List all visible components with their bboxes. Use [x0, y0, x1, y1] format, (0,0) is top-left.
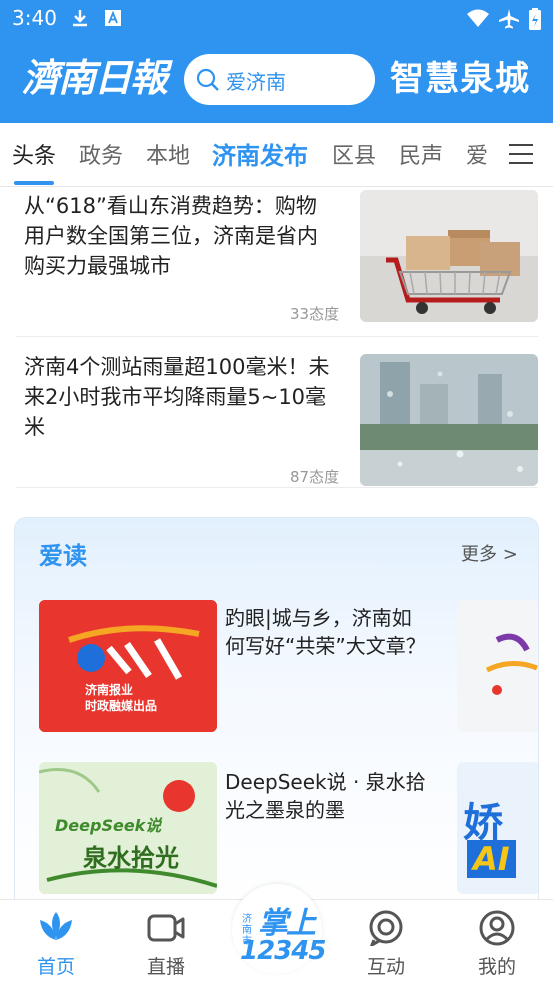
chat-bubble-icon — [369, 910, 403, 946]
peek-text: AI — [467, 840, 516, 878]
tab-local[interactable]: 本地 — [146, 138, 190, 170]
news-thumbnail — [360, 190, 538, 322]
aidu-title: 爱读 — [39, 542, 87, 570]
nav-interact[interactable]: 互动 — [336, 900, 436, 983]
aidu-item-title[interactable]: DeepSeek说 · 泉水拾光之墨泉的墨 — [225, 768, 430, 824]
peek-logo-icon — [457, 600, 538, 732]
news-title: 从“618”看山东消费趋势：购物用户数全国第三位，济南是省内购买力最强城市 — [24, 194, 318, 278]
smart-quancheng-logo[interactable]: 智慧泉城 — [390, 56, 542, 102]
status-time: 3:40 — [12, 6, 57, 30]
aidu-item-thumbnail[interactable]: 济南报业 时政融媒出品 — [39, 600, 217, 732]
search-input[interactable]: 爱济南 — [184, 54, 375, 105]
aidu-item-title[interactable]: 趵眼|城与乡，济南如何写好“共荣”大文章？ — [225, 604, 430, 660]
aidu-section: 爱读 更多 > 济南报业 时政融媒出品 趵眼|城与乡，济南如何写好“共荣”大文章… — [14, 517, 539, 917]
news-meta: 33态度 — [290, 305, 340, 323]
video-camera-icon — [147, 914, 185, 942]
search-placeholder: 爱济南 — [226, 70, 286, 94]
aidu-more-link[interactable]: 更多 > — [461, 540, 518, 566]
aidu-thumb-line: 泉水拾光 — [83, 844, 179, 872]
tab-ai[interactable]: 爱 — [466, 138, 488, 170]
lotus-home-icon — [40, 912, 72, 940]
battery-icon — [529, 8, 541, 30]
nav-label: 首页 — [36, 956, 75, 978]
hotline-number: 12345 — [240, 936, 326, 966]
nav-label: 我的 — [477, 956, 516, 978]
news-item[interactable]: 从“618”看山东消费趋势：购物用户数全国第三位，济南是省内购买力最强城市 33… — [16, 187, 538, 337]
news-meta: 87态度 — [290, 468, 340, 486]
news-thumbnail — [360, 354, 538, 486]
airplane-icon — [499, 9, 519, 29]
tab-public-voice[interactable]: 民声 — [399, 138, 443, 170]
aidu-thumb-line: 济南报业 — [85, 683, 134, 697]
hotline-12345-button[interactable]: 济南市 掌上 12345 — [232, 884, 326, 980]
news-item[interactable]: 济南4个测站雨量超100毫米！未来2小时我市平均降雨量5~10毫米 87态度 — [16, 338, 538, 488]
nav-label: 互动 — [366, 956, 405, 978]
jinan-daily-logo[interactable]: 濟南日報 — [22, 50, 172, 106]
aidu-thumb-line: 时政融媒出品 — [85, 699, 158, 713]
user-profile-icon — [479, 910, 515, 946]
aidu-peek-thumbnail[interactable] — [457, 600, 538, 732]
tab-headlines[interactable]: 头条 — [12, 138, 56, 170]
tab-government[interactable]: 政务 — [79, 138, 123, 170]
aidu-peek-thumbnail[interactable]: 娇 AI — [457, 762, 538, 894]
nav-live[interactable]: 直播 — [116, 900, 216, 983]
wifi-icon — [467, 9, 489, 27]
font-a-icon — [105, 10, 121, 26]
nav-home[interactable]: 首页 — [6, 900, 106, 983]
menu-icon[interactable] — [508, 143, 534, 165]
channel-tab-bar: 头条 政务 本地 济南发布 区县 民声 爱 — [0, 123, 553, 187]
tab-jinan-release[interactable]: 济南发布 — [212, 136, 308, 171]
nav-profile[interactable]: 我的 — [447, 900, 547, 983]
download-icon — [73, 10, 87, 27]
shopping-cart-boxes-image — [360, 190, 538, 322]
active-tab-indicator — [14, 181, 54, 185]
status-bar: 3:40 — [0, 0, 553, 38]
aidu-item-thumbnail[interactable]: DeepSeek说 泉水拾光 — [39, 762, 217, 894]
news-title: 济南4个测站雨量超100毫米！未来2小时我市平均降雨量5~10毫米 — [24, 355, 330, 439]
rainy-window-city-image — [360, 354, 538, 486]
tab-districts[interactable]: 区县 — [332, 138, 376, 170]
nav-label: 直播 — [146, 956, 185, 978]
aidu-thumb-line: DeepSeek说 — [55, 816, 162, 835]
search-icon — [196, 68, 219, 91]
